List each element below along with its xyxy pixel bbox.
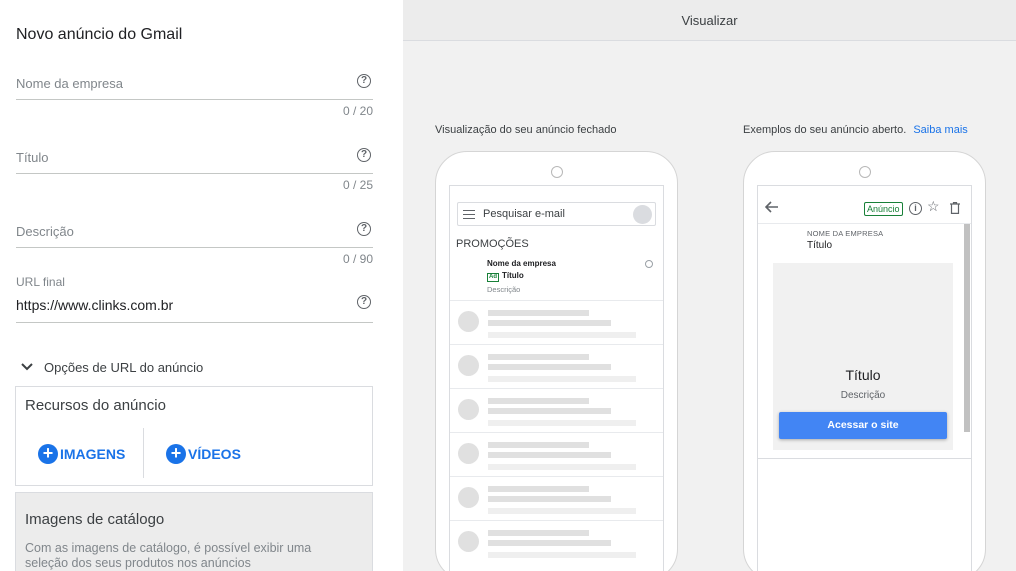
url-options-toggle[interactable]: Opções de URL do anúncio: [20, 357, 203, 377]
preview-header: Visualizar: [403, 0, 1016, 41]
field-underline: [16, 173, 373, 174]
catalog-title: Imagens de catálogo: [25, 511, 165, 528]
ad-badge: Ad: [487, 273, 499, 282]
add-images-label: IMAGENS: [60, 446, 126, 462]
learn-more-link[interactable]: Saiba mais: [913, 124, 967, 136]
card-title: Título: [845, 367, 881, 383]
divider: [758, 458, 971, 459]
company-name-label: Nome da empresa: [16, 76, 123, 91]
form-title: Novo anúncio do Gmail: [16, 26, 183, 43]
phone-camera: [551, 166, 563, 178]
list-item: [450, 388, 663, 432]
preview-panel: Visualizar Visualização do seu anúncio f…: [403, 0, 1016, 571]
title-field[interactable]: Título ? 0 / 25: [16, 144, 373, 194]
expanded-header: Anúncio i ☆: [758, 186, 971, 220]
char-counter: 0 / 25: [342, 178, 373, 192]
plus-icon: +: [166, 444, 186, 464]
promotions-label: PROMOÇÕES: [456, 238, 529, 250]
trash-icon: [950, 202, 960, 214]
final-url-input[interactable]: https://www.clinks.com.br: [16, 297, 173, 313]
list-item: [450, 300, 663, 344]
ad-resources-box: Recursos do anúncio + IMAGENS + VÍDEOS: [15, 386, 373, 486]
final-url-label: URL final: [16, 275, 65, 289]
description-label: Descrição: [16, 224, 74, 239]
catalog-images-section[interactable]: Imagens de catálogo Com as imagens de ca…: [15, 492, 373, 571]
inbox-search-bar: Pesquisar e-mail: [457, 202, 656, 226]
divider: [143, 428, 144, 478]
menu-icon: [463, 210, 475, 219]
collapsed-caption: Visualização do seu anúncio fechado: [435, 124, 617, 136]
phone-expanded-preview: Anúncio i ☆ NOME DA EMPRESA Título Títul…: [743, 151, 986, 571]
back-arrow-icon: [765, 201, 778, 213]
list-item: [450, 432, 663, 476]
resources-title: Recursos do anúncio: [25, 397, 166, 414]
add-videos-label: VÍDEOS: [188, 446, 241, 462]
list-item: [450, 520, 663, 564]
divider: [758, 223, 971, 224]
add-videos-button[interactable]: + VÍDEOS: [166, 444, 241, 464]
info-icon: [645, 260, 653, 268]
plus-icon: +: [38, 444, 58, 464]
visit-site-button[interactable]: Acessar o site: [779, 412, 947, 439]
phone-screen: Pesquisar e-mail PROMOÇÕES Nome da empre…: [449, 185, 664, 571]
field-underline: [16, 247, 373, 248]
phone-collapsed-preview: Pesquisar e-mail PROMOÇÕES Nome da empre…: [435, 151, 678, 571]
help-icon[interactable]: ?: [357, 222, 371, 236]
catalog-description: Com as imagens de catálogo, é possível e…: [25, 541, 312, 570]
url-options-label: Opções de URL do anúncio: [44, 359, 204, 375]
scrollbar[interactable]: [964, 224, 970, 432]
card-description: Descrição: [840, 390, 886, 401]
search-placeholder: Pesquisar e-mail: [483, 208, 565, 220]
help-icon[interactable]: ?: [357, 295, 371, 309]
char-counter: 0 / 20: [342, 104, 373, 118]
expanded-caption: Exemplos do seu anúncio aberto.: [743, 124, 907, 136]
list-item: [450, 344, 663, 388]
ad-form-panel: Novo anúncio do Gmail Nome da empresa ? …: [0, 0, 403, 571]
info-icon: i: [909, 202, 922, 215]
help-icon[interactable]: ?: [357, 148, 371, 162]
star-icon: ☆: [927, 198, 940, 214]
expanded-company-name: NOME DA EMPRESA: [807, 229, 884, 238]
field-underline: [16, 322, 373, 323]
expanded-caption-wrap: Exemplos do seu anúncio aberto. Saiba ma…: [743, 124, 968, 136]
chevron-down-icon: [21, 363, 33, 371]
ad-title: Título: [502, 271, 524, 280]
company-name-field[interactable]: Nome da empresa ? 0 / 20: [16, 70, 373, 120]
ad-company-name: Nome da empresa: [487, 259, 556, 268]
title-label: Título: [16, 150, 49, 165]
expanded-title: Título: [807, 240, 833, 251]
description-field[interactable]: Descrição ? 0 / 90: [16, 218, 373, 268]
char-counter: 0 / 90: [342, 252, 373, 266]
phone-camera: [859, 166, 871, 178]
ad-description: Descrição: [487, 285, 521, 294]
ad-badge: Anúncio: [864, 202, 903, 216]
phone-screen: Anúncio i ☆ NOME DA EMPRESA Título Títul…: [757, 185, 972, 571]
list-item: [450, 476, 663, 520]
ad-preview-row: Nome da empresa Ad Título Descrição: [487, 259, 556, 294]
avatar: [633, 205, 652, 224]
add-images-button[interactable]: + IMAGENS: [38, 444, 125, 464]
help-icon[interactable]: ?: [357, 74, 371, 88]
field-underline: [16, 99, 373, 100]
